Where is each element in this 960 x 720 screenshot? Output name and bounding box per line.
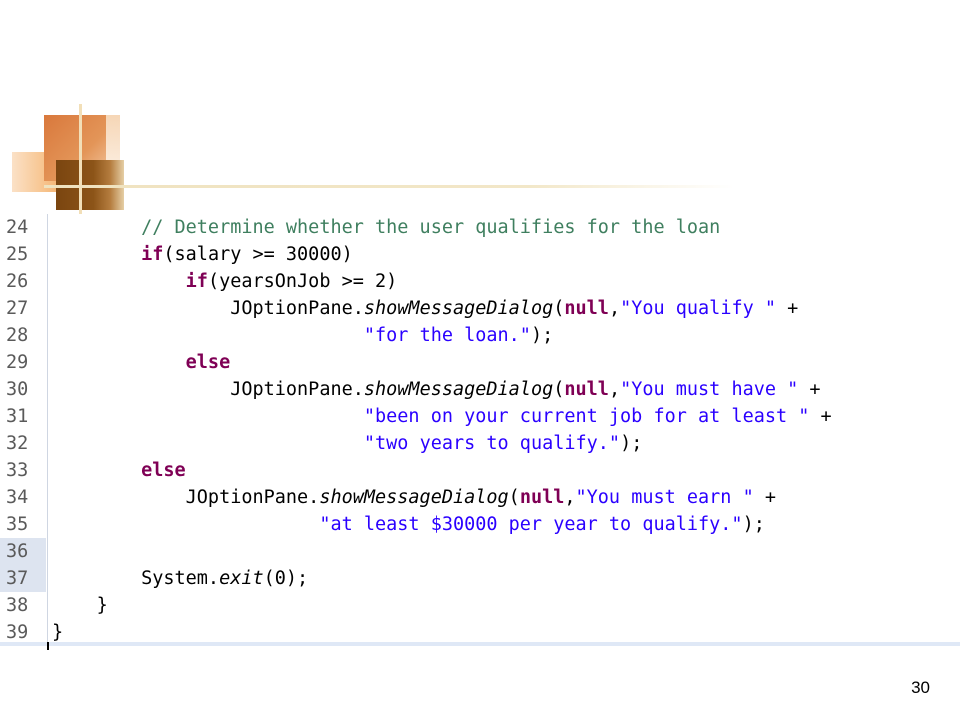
code-token: } <box>96 595 108 616</box>
line-number: 30 <box>6 379 29 400</box>
code-token: "for the loan." <box>363 325 531 346</box>
line-number: 26 <box>6 271 29 292</box>
code-token: "You qualify " <box>620 298 777 319</box>
line-number: 35 <box>6 514 29 535</box>
line-number: 36 <box>0 538 46 565</box>
code-line[interactable]: 27 JOptionPane.showMessageDialog(null,"Y… <box>0 295 960 322</box>
code-token: (yearsOnJob >= 2) <box>207 271 398 292</box>
line-number: 28 <box>6 325 29 346</box>
code-text[interactable]: // Determine whether the user qualifies … <box>52 214 720 241</box>
code-text[interactable]: } <box>52 592 108 619</box>
code-token: (0); <box>263 568 309 589</box>
code-token: "at least $30000 per year to qualify." <box>319 514 743 535</box>
code-token: exit <box>219 568 264 589</box>
line-number: 31 <box>6 406 29 427</box>
code-token: , <box>608 379 621 400</box>
code-token: else <box>141 460 186 481</box>
line-number: 27 <box>6 298 29 319</box>
code-token: } <box>52 622 64 643</box>
line-number: 25 <box>6 244 29 265</box>
code-editor[interactable]: 24 // Determine whether the user qualifi… <box>0 214 960 644</box>
code-token: JOptionPane. <box>230 298 364 319</box>
code-line[interactable]: 32 "two years to qualify."); <box>0 430 960 457</box>
code-token: , <box>564 487 576 508</box>
code-token: if <box>185 271 208 292</box>
code-token: + <box>776 298 799 319</box>
code-token: if <box>141 244 164 265</box>
code-token: // Determine whether the user qualifies … <box>141 217 721 238</box>
code-token: showMessageDialog <box>363 298 554 319</box>
code-token: ( <box>508 487 520 508</box>
code-text[interactable]: "for the loan."); <box>52 322 553 349</box>
code-text[interactable]: System.exit(0); <box>52 565 308 592</box>
code-token: ); <box>742 514 765 535</box>
code-text[interactable]: "at least $30000 per year to qualify."); <box>52 511 765 538</box>
code-token: ); <box>530 325 554 346</box>
text-caret <box>47 642 49 650</box>
code-token: null <box>564 298 609 319</box>
line-number: 34 <box>6 487 29 508</box>
code-token: showMessageDialog <box>363 379 554 400</box>
code-line[interactable]: 24 // Determine whether the user qualifi… <box>0 214 960 241</box>
code-line[interactable]: 38 } <box>0 592 960 619</box>
code-line[interactable]: 30 JOptionPane.showMessageDialog(null,"Y… <box>0 376 960 403</box>
code-token: (salary >= 30000) <box>163 244 353 265</box>
code-token: + <box>798 379 821 400</box>
code-token: JOptionPane. <box>230 379 364 400</box>
code-line[interactable]: 37 System.exit(0); <box>0 565 960 592</box>
line-number: 24 <box>6 217 29 238</box>
line-number: 38 <box>6 595 29 616</box>
code-line[interactable]: 33 else <box>0 457 960 484</box>
code-token: "You must earn " <box>575 487 754 508</box>
code-token: "been on your current job for at least " <box>363 406 810 427</box>
code-token: null <box>519 487 565 508</box>
code-line[interactable]: 36 <box>0 538 960 565</box>
code-token: showMessageDialog <box>319 487 509 508</box>
code-text[interactable]: else <box>52 457 186 484</box>
code-line[interactable]: 25 if(salary >= 30000) <box>0 241 960 268</box>
code-text[interactable]: if(salary >= 30000) <box>52 241 353 268</box>
code-text[interactable]: else <box>52 349 231 376</box>
code-token: else <box>185 352 231 373</box>
code-line[interactable]: 26 if(yearsOnJob >= 2) <box>0 268 960 295</box>
code-line[interactable]: 28 "for the loan."); <box>0 322 960 349</box>
editor-bottom-rule <box>0 642 960 646</box>
line-number: 32 <box>6 433 29 454</box>
code-token: "You must have " <box>620 379 799 400</box>
code-token: "two years to qualify." <box>363 433 621 454</box>
slide-page-number: 30 <box>911 678 930 697</box>
code-line[interactable]: 29 else <box>0 349 960 376</box>
code-token: + <box>753 487 777 508</box>
code-token: JOptionPane. <box>185 487 320 508</box>
line-number: 37 <box>0 565 46 592</box>
line-number: 33 <box>6 460 29 481</box>
code-line[interactable]: 34 JOptionPane.showMessageDialog(null,"Y… <box>0 484 960 511</box>
code-token: null <box>564 379 609 400</box>
code-token: , <box>608 298 621 319</box>
code-text[interactable]: JOptionPane.showMessageDialog(null,"You … <box>52 484 776 511</box>
code-token: ); <box>620 433 643 454</box>
line-number: 29 <box>6 352 29 373</box>
code-token: + <box>809 406 832 427</box>
code-text[interactable]: "been on your current job for at least "… <box>52 403 832 430</box>
code-token: System. <box>141 568 220 589</box>
code-token: ( <box>553 379 565 400</box>
code-text[interactable]: JOptionPane.showMessageDialog(null,"You … <box>52 295 798 322</box>
decorative-horizontal-rule <box>44 185 734 188</box>
code-token: ( <box>553 298 565 319</box>
code-line[interactable]: 31 "been on your current job for at leas… <box>0 403 960 430</box>
decorative-vertical-line <box>79 104 82 216</box>
editor-gutter-divider <box>47 214 48 644</box>
code-text[interactable]: JOptionPane.showMessageDialog(null,"You … <box>52 376 821 403</box>
code-text[interactable]: if(yearsOnJob >= 2) <box>52 268 398 295</box>
code-text[interactable]: "two years to qualify."); <box>52 430 642 457</box>
code-line[interactable]: 35 "at least $30000 per year to qualify.… <box>0 511 960 538</box>
